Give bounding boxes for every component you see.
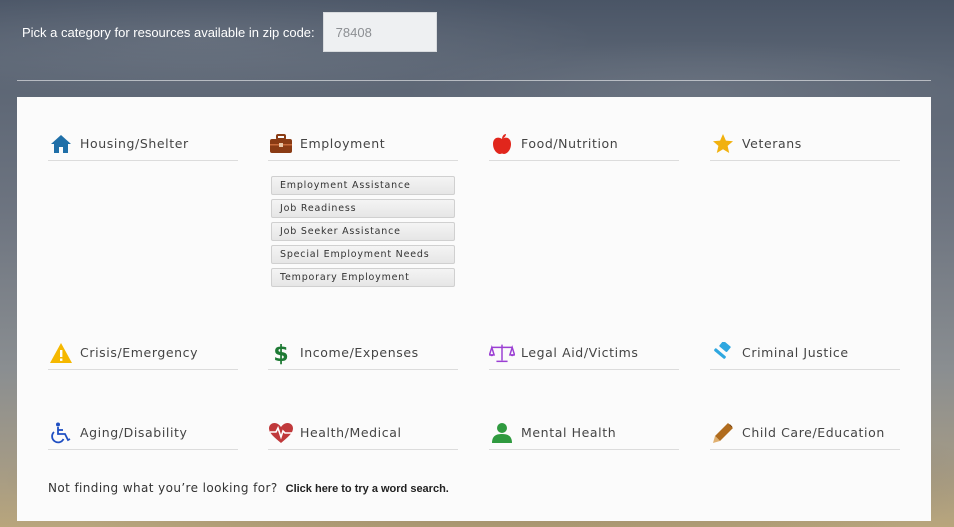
heartbeat-icon [268,422,294,444]
pencil-icon [710,422,736,444]
dollar-icon: $ [268,342,294,365]
subcategory-item[interactable]: Special Employment Needs [271,245,455,264]
category-housing-shelter[interactable]: Housing/Shelter [48,127,238,161]
warning-icon [48,342,74,364]
category-food-nutrition[interactable]: Food/Nutrition [489,127,679,161]
category-health-medical[interactable]: Health/Medical [268,416,458,450]
svg-text:$: $ [273,342,288,365]
scales-icon [489,342,515,364]
category-crisis-emergency[interactable]: Crisis/Emergency [48,336,238,370]
briefcase-icon [268,133,294,155]
category-criminal-justice[interactable]: Criminal Justice [710,336,900,370]
footer: Not finding what you’re looking for? Cli… [48,481,449,495]
subcategory-item[interactable]: Temporary Employment [271,268,455,287]
apple-icon [489,133,515,155]
zip-code-bar: Pick a category for resources available … [22,12,437,52]
category-income-expenses[interactable]: $ Income/Expenses [268,336,458,370]
category-aging-disability[interactable]: Aging/Disability [48,416,238,450]
gavel-icon [710,341,736,364]
wheelchair-icon [48,422,74,444]
subcategory-item[interactable]: Job Readiness [271,199,455,218]
divider [17,80,931,81]
zip-code-input[interactable] [322,12,437,52]
category-legal-aid-victims[interactable]: Legal Aid/Victims [489,336,679,370]
subcategory-item[interactable]: Employment Assistance [271,176,455,195]
user-icon [489,422,515,444]
category-veterans[interactable]: Veterans [710,127,900,161]
category-child-care-education[interactable]: Child Care/Education [710,416,900,450]
subcategory-item[interactable]: Job Seeker Assistance [271,222,455,241]
home-icon [48,133,74,155]
category-employment[interactable]: Employment [268,127,458,161]
employment-subcategory-list: Employment Assistance Job Readiness Job … [271,176,455,291]
category-mental-health[interactable]: Mental Health [489,416,679,450]
footer-question: Not finding what you’re looking for? [48,481,278,495]
star-icon [710,133,736,155]
zip-code-label: Pick a category for resources available … [22,24,315,40]
category-panel: Housing/Shelter Employment Food/Nutritio… [17,97,931,521]
word-search-link[interactable]: Click here to try a word search. [286,483,449,495]
